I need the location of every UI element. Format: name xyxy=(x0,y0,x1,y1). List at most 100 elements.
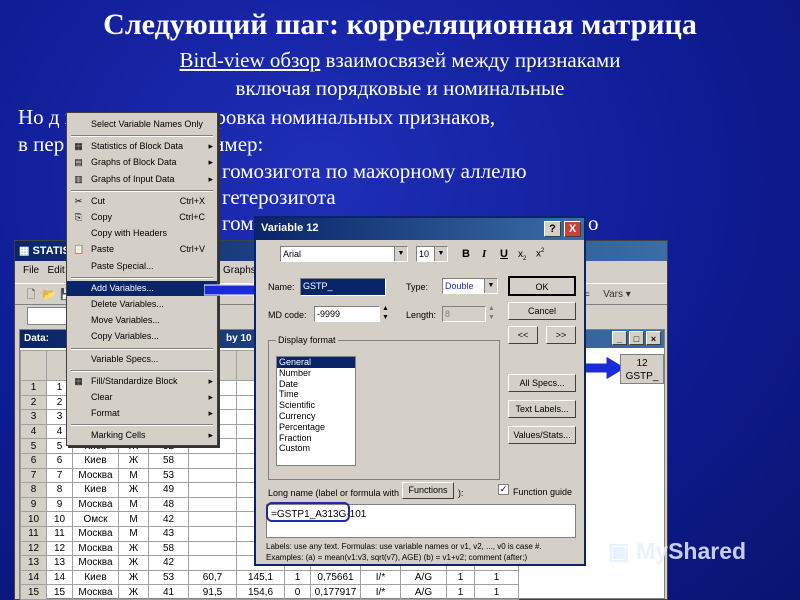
table-cell[interactable]: М xyxy=(118,525,149,542)
table-cell[interactable]: 2 xyxy=(20,394,47,411)
table-cell[interactable]: 48 xyxy=(148,496,189,513)
table-cell[interactable]: 42 xyxy=(148,511,189,527)
table-cell[interactable]: 9 xyxy=(46,496,73,513)
italic-button[interactable]: I xyxy=(482,248,486,260)
table-cell[interactable]: 1 xyxy=(20,380,47,396)
table-cell[interactable]: Ж xyxy=(118,482,149,498)
table-cell[interactable]: 8 xyxy=(46,482,73,498)
table-cell[interactable]: 53 xyxy=(148,569,189,586)
context-menu-item[interactable]: Add Variables... xyxy=(67,280,217,296)
open-folder-icon[interactable]: 📂 xyxy=(41,287,57,303)
format-list-item[interactable]: Number xyxy=(277,368,355,379)
table-cell[interactable]: 42 xyxy=(148,555,189,571)
context-menu-item[interactable]: Select Variable Names Only xyxy=(67,117,217,132)
display-format-list[interactable]: General Number Date Time Scientific Currency P… xyxy=(276,356,356,466)
table-cell[interactable]: 5 xyxy=(20,438,47,454)
data-close-button[interactable]: × xyxy=(646,331,661,345)
table-cell[interactable]: Ж xyxy=(118,452,149,469)
table-cell[interactable]: 13 xyxy=(46,555,73,571)
table-cell[interactable]: Москва xyxy=(72,467,119,484)
table-cell[interactable] xyxy=(188,555,237,571)
superscript-button[interactable]: x2 xyxy=(536,248,544,259)
function-guide-checkbox[interactable]: ✓ xyxy=(498,484,509,495)
context-menu-item[interactable]: ▦ Statistics of Block Data ▸ xyxy=(67,139,217,154)
table-cell[interactable]: 43 xyxy=(148,525,189,542)
context-menu-item[interactable]: Variable Specs... xyxy=(67,352,217,367)
font-name-select[interactable]: Arial ▼ xyxy=(280,246,408,262)
table-cell[interactable]: 10 xyxy=(20,511,47,527)
table-cell[interactable]: 49 xyxy=(148,482,189,498)
ok-button[interactable]: OK xyxy=(508,276,576,296)
table-cell[interactable]: 14 xyxy=(46,569,73,586)
table-cell[interactable]: Киев xyxy=(72,452,119,469)
table-cell[interactable]: 41 xyxy=(148,584,189,600)
table-cell[interactable] xyxy=(188,496,237,513)
table-cell[interactable]: 1 xyxy=(474,569,519,586)
format-list-item[interactable]: Custom xyxy=(277,443,355,454)
table-cell[interactable]: 6 xyxy=(20,452,47,469)
format-list-item[interactable]: Currency xyxy=(277,411,355,422)
table-row[interactable]: 14 14 Киев Ж 53 60,7 145,1 1 0,75661 I/* A/G 1 1 xyxy=(20,569,519,586)
cancel-button[interactable]: Cancel xyxy=(508,302,576,320)
bold-button[interactable]: B xyxy=(462,248,470,260)
table-cell[interactable]: 0 xyxy=(284,584,311,600)
format-list-item[interactable]: Percentage xyxy=(277,422,355,433)
table-cell[interactable]: I/* xyxy=(360,584,401,600)
font-size-select[interactable]: 10 ▼ xyxy=(416,246,448,262)
context-menu-item[interactable]: Move Variables... xyxy=(67,313,217,328)
table-cell[interactable]: 11 xyxy=(46,525,73,542)
table-cell[interactable]: 14 xyxy=(20,569,47,586)
table-cell[interactable]: М xyxy=(118,511,149,527)
table-cell[interactable] xyxy=(188,540,237,557)
subscript-button[interactable]: x2 xyxy=(518,249,526,262)
context-menu-item[interactable]: Marking Cells ▸ xyxy=(67,428,217,443)
table-cell[interactable]: 12 xyxy=(20,540,47,557)
context-menu-item[interactable]: 📋 Paste Ctrl+V xyxy=(67,242,217,257)
underline-button[interactable]: U xyxy=(500,248,508,260)
dialog-help-button[interactable]: ? xyxy=(544,221,561,237)
name-field[interactable]: GSTP_ xyxy=(300,278,386,296)
table-cell[interactable]: М xyxy=(118,467,149,484)
length-spinner-icon[interactable]: ▲ ▼ xyxy=(488,304,495,322)
table-cell[interactable]: Ж xyxy=(118,569,149,586)
format-list-item[interactable]: Fraction xyxy=(277,433,355,444)
table-cell[interactable]: 1 xyxy=(474,584,519,600)
table-cell[interactable]: Москва xyxy=(72,525,119,542)
table-cell[interactable]: 154,6 xyxy=(236,584,285,600)
table-cell[interactable]: Москва xyxy=(72,540,119,557)
table-cell[interactable]: Омск xyxy=(72,511,119,527)
table-cell[interactable] xyxy=(188,467,237,484)
table-cell[interactable]: A/G xyxy=(400,569,447,586)
context-menu-item[interactable]: ⎘ Copy Ctrl+C xyxy=(67,210,217,225)
context-menu-item[interactable]: Format ▸ xyxy=(67,406,217,421)
subtitle-link[interactable]: Bird-view обзор xyxy=(180,48,321,72)
all-specs-button[interactable]: All Specs... xyxy=(508,374,576,392)
table-cell[interactable]: 1 xyxy=(284,569,311,586)
grid-column-header[interactable] xyxy=(20,350,47,381)
dialog-titlebar[interactable]: Variable 12 ? X xyxy=(256,218,584,240)
table-cell[interactable]: 9 xyxy=(20,496,47,513)
context-menu-item[interactable]: ▦ Fill/Standardize Block ▸ xyxy=(67,374,217,389)
context-menu-item[interactable]: Copy Variables... xyxy=(67,329,217,344)
table-cell[interactable]: Ж xyxy=(118,540,149,557)
mdcode-field[interactable]: -9999 xyxy=(314,306,380,322)
context-menu-item[interactable]: Copy with Headers xyxy=(67,226,217,241)
table-cell[interactable]: 145,1 xyxy=(236,569,285,586)
table-cell[interactable]: A/G xyxy=(400,584,447,600)
format-list-item[interactable]: Time xyxy=(277,389,355,400)
table-cell[interactable]: 6 xyxy=(46,452,73,469)
vars-button[interactable]: Vars ▾ xyxy=(597,287,637,303)
mdcode-spinner-icon[interactable]: ▲ ▼ xyxy=(382,304,389,322)
table-cell[interactable]: I/* xyxy=(360,569,401,586)
new-file-icon[interactable]: 🗋 xyxy=(23,287,39,303)
table-cell[interactable]: М xyxy=(118,496,149,513)
gstp-column-header[interactable]: 12 GSTP_ xyxy=(620,354,664,384)
format-list-item[interactable]: Scientific xyxy=(277,400,355,411)
table-cell[interactable]: 7 xyxy=(20,467,47,484)
table-row[interactable]: 15 15 Москва Ж 41 91,5 154,6 0 0,177917 I/* A/G 1 1 xyxy=(20,584,519,600)
context-menu-item[interactable]: ✂ Cut Ctrl+X xyxy=(67,194,217,209)
menu-graphs[interactable]: Graphs xyxy=(223,265,256,276)
table-cell[interactable]: 12 xyxy=(46,540,73,557)
table-cell[interactable]: 58 xyxy=(148,540,189,557)
text-labels-button[interactable]: Text Labels... xyxy=(508,400,576,418)
